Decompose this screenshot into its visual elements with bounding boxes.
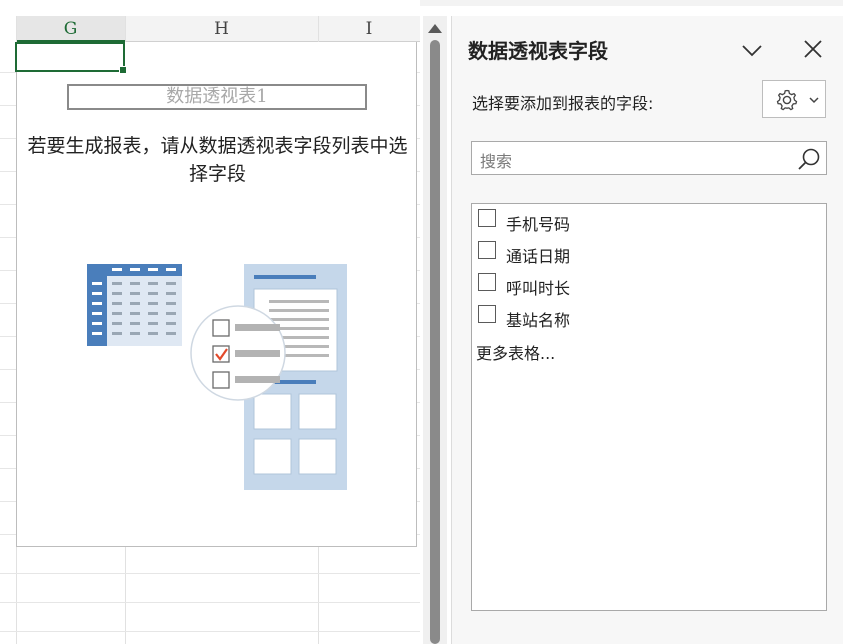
- close-icon: [804, 40, 822, 58]
- field-checkbox[interactable]: [478, 241, 496, 259]
- close-panel-button[interactable]: [801, 37, 825, 61]
- field-settings-button[interactable]: [762, 80, 826, 118]
- search-placeholder: 搜索: [480, 152, 513, 171]
- field-label: 基站名称: [506, 311, 571, 330]
- gridline: [0, 631, 420, 632]
- column-header-h[interactable]: H: [125, 16, 318, 42]
- pivot-illustration: [87, 264, 347, 490]
- panel-title: 数据透视表字段: [468, 39, 608, 63]
- pivot-table-name[interactable]: 数据透视表1: [67, 84, 367, 110]
- pivot-table-placeholder[interactable]: 数据透视表1 若要生成报表，请从数据透视表字段列表中选择字段: [16, 42, 417, 547]
- column-header-g[interactable]: G: [16, 16, 125, 42]
- scroll-up-arrow-icon[interactable]: [428, 24, 442, 33]
- field-label: 通话日期: [506, 247, 571, 266]
- fill-handle[interactable]: [119, 66, 127, 74]
- chevron-down-icon: [742, 45, 762, 57]
- scroll-thumb[interactable]: [430, 40, 440, 644]
- task-pane-options-button[interactable]: [740, 38, 764, 62]
- gear-icon: [776, 89, 798, 111]
- choose-fields-label: 选择要添加到报表的字段:: [472, 94, 654, 113]
- gridline: [0, 602, 420, 603]
- chevron-down-icon: [809, 97, 819, 104]
- pivot-instruction: 若要生成报表，请从数据透视表字段列表中选择字段: [27, 135, 408, 185]
- field-checkbox[interactable]: [478, 273, 496, 291]
- field-list[interactable]: 手机号码 通话日期 呼叫时长 基站名称 更多表格...: [471, 203, 827, 611]
- search-icon[interactable]: [796, 146, 822, 172]
- field-label: 呼叫时长: [506, 279, 571, 298]
- active-cell[interactable]: [15, 42, 127, 74]
- field-checkbox[interactable]: [478, 209, 496, 227]
- search-input[interactable]: 搜索: [471, 141, 827, 175]
- more-tables-link[interactable]: 更多表格...: [476, 340, 555, 364]
- field-label: 手机号码: [506, 215, 571, 234]
- vertical-scrollbar[interactable]: [423, 16, 447, 644]
- gridline: [0, 573, 420, 574]
- column-header-i[interactable]: I: [318, 16, 420, 42]
- field-checkbox[interactable]: [478, 305, 496, 323]
- worksheet[interactable]: G H I 数据透视表1 若要生成报表，请从数据透视表字段列表中选择字段: [0, 0, 420, 644]
- pivot-field-panel: 数据透视表字段 选择要添加到报表的字段: 搜索 手机号码 通话日期 呼叫时长 基…: [451, 16, 843, 644]
